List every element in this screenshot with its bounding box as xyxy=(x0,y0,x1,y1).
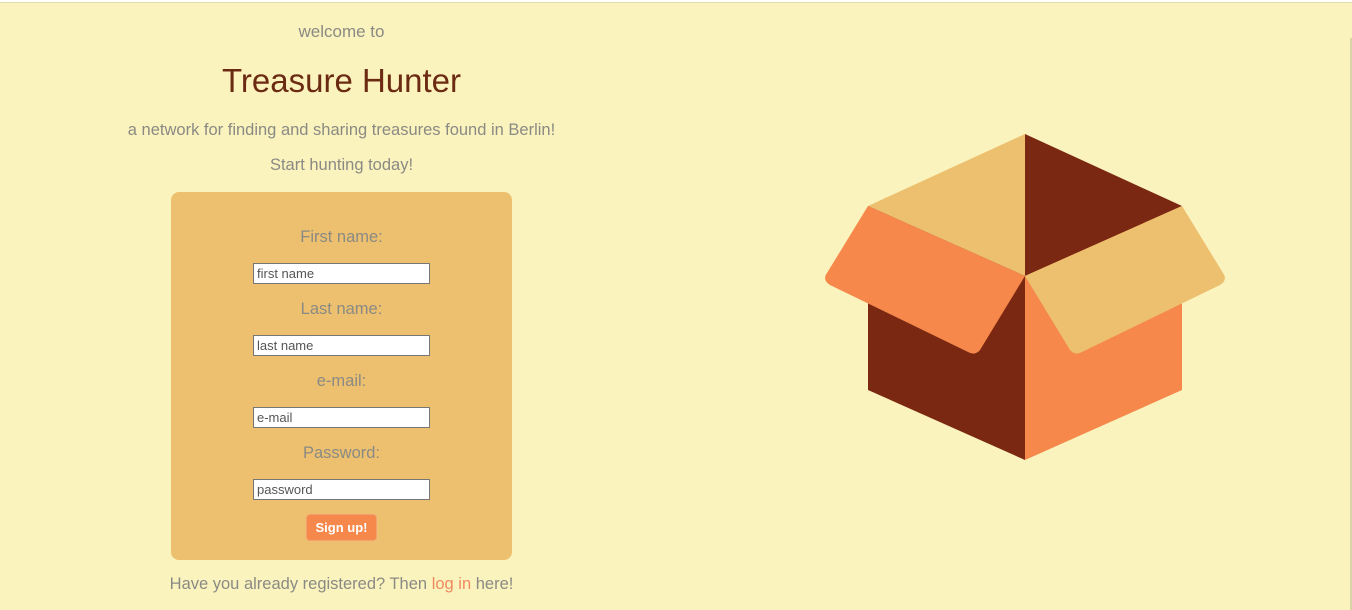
password-input[interactable] xyxy=(253,479,430,500)
page-title: Treasure Hunter xyxy=(221,62,462,99)
first-name-input[interactable] xyxy=(253,263,430,284)
signup-button[interactable]: Sign up! xyxy=(306,514,377,541)
password-label: Password: xyxy=(302,444,381,462)
last-name-input[interactable] xyxy=(253,335,430,356)
login-prompt-suffix: here! xyxy=(471,575,514,593)
open-box-icon xyxy=(825,134,1225,460)
last-name-label: Last name: xyxy=(300,300,383,318)
welcome-text: welcome to xyxy=(298,22,385,41)
email-input[interactable] xyxy=(253,407,430,428)
email-label: e-mail: xyxy=(316,372,367,390)
call-to-action: Start hunting today! xyxy=(269,156,414,174)
signup-form: First name: Last name: e-mail: Password:… xyxy=(171,192,512,560)
login-prompt: Have you already registered? Then log in… xyxy=(0,575,683,594)
tagline: a network for finding and sharing treasu… xyxy=(127,121,556,139)
login-link[interactable]: log in xyxy=(432,575,471,593)
top-border xyxy=(0,0,1352,3)
login-prompt-prefix: Have you already registered? Then xyxy=(169,575,432,593)
first-name-label: First name: xyxy=(300,228,383,246)
